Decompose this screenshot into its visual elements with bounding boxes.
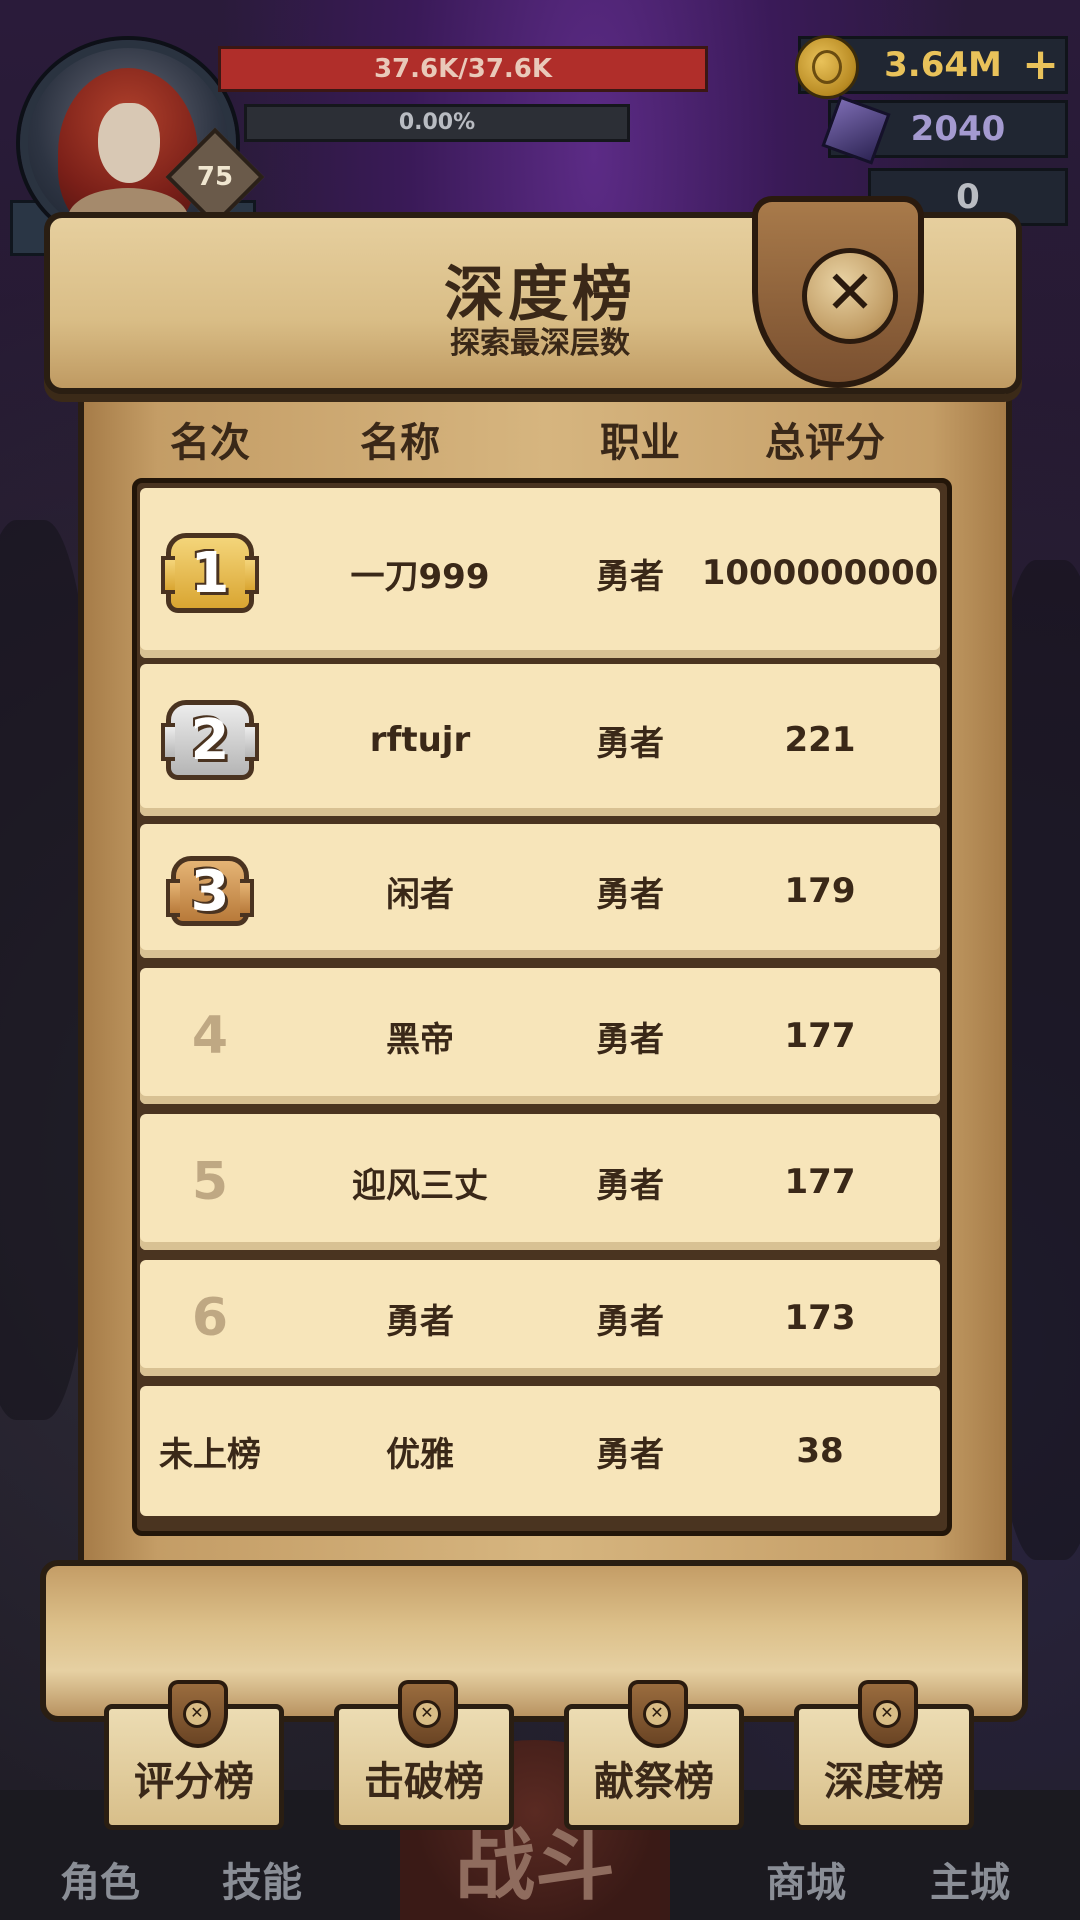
rank-number: 5 bbox=[191, 1152, 229, 1212]
bronze-medal-icon: 3 bbox=[165, 848, 255, 934]
nav-skill-button[interactable]: 技能 bbox=[222, 1850, 302, 1908]
hp-bar: 37.6K/37.6K bbox=[218, 46, 708, 92]
player-score: 1000000000 bbox=[701, 553, 939, 593]
tab-label: 评分榜 bbox=[134, 1759, 254, 1805]
player-score: 177 bbox=[784, 1016, 856, 1056]
gem-value: 2040 bbox=[910, 109, 1006, 149]
gold-coin-icon bbox=[795, 35, 859, 99]
gem-counter: 2040 bbox=[821, 95, 1068, 165]
silver-medal-icon: 2 bbox=[160, 692, 260, 788]
tab-sacrifice-rank[interactable]: 献祭榜 ✕ bbox=[564, 1680, 744, 1830]
add-gold-button[interactable]: + bbox=[1022, 41, 1059, 89]
gold-counter: 3.64M + bbox=[795, 35, 1068, 99]
pin-icon: ✕ bbox=[168, 1680, 228, 1748]
column-header-rank: 名次 bbox=[170, 420, 250, 466]
tab-depth-rank[interactable]: 深度榜 ✕ bbox=[794, 1680, 974, 1830]
pin-icon: ✕ bbox=[858, 1680, 918, 1748]
own-score: 38 bbox=[796, 1431, 844, 1471]
leaderboard-row[interactable]: 2 rftujr 勇者 221 bbox=[140, 664, 940, 816]
player-name: 迎风三丈 bbox=[352, 1165, 488, 1206]
own-rank: 未上榜 bbox=[159, 1434, 261, 1475]
player-score: 179 bbox=[784, 871, 856, 911]
rank-number: 4 bbox=[191, 1006, 229, 1066]
player-score: 221 bbox=[784, 720, 856, 760]
tab-label: 深度榜 bbox=[824, 1759, 944, 1805]
rank-number: 6 bbox=[191, 1288, 229, 1348]
crystal-gem-icon bbox=[821, 95, 891, 165]
player-class: 勇者 bbox=[596, 1019, 664, 1060]
player-score: 173 bbox=[784, 1298, 856, 1338]
nav-city-button[interactable]: 主城 bbox=[930, 1850, 1010, 1908]
player-name: 一刀999 bbox=[350, 556, 490, 597]
leaderboard-row[interactable]: 4 黑帝 勇者 177 bbox=[140, 968, 940, 1104]
xp-bar: 0.00% bbox=[244, 104, 630, 142]
nav-role-button[interactable]: 角色 bbox=[60, 1850, 140, 1908]
player-name: rftujr bbox=[369, 720, 471, 760]
gold-medal-icon: 1 bbox=[160, 525, 260, 621]
player-class: 勇者 bbox=[596, 723, 664, 764]
leaderboard-row[interactable]: 5 迎风三丈 勇者 177 bbox=[140, 1114, 940, 1250]
level-value: 75 bbox=[196, 162, 234, 192]
tab-label: 献祭榜 bbox=[594, 1759, 714, 1805]
player-name: 闲者 bbox=[386, 874, 454, 915]
player-name: 勇者 bbox=[386, 1301, 454, 1342]
own-rank-row[interactable]: 未上榜 优雅 勇者 38 bbox=[140, 1386, 940, 1516]
pin-icon: ✕ bbox=[398, 1680, 458, 1748]
column-header-score: 总评分 bbox=[765, 420, 885, 466]
gold-value: 3.64M bbox=[884, 45, 1002, 85]
leaderboard-row[interactable]: 1 一刀999 勇者 1000000000 bbox=[140, 488, 940, 658]
player-score: 177 bbox=[784, 1162, 856, 1202]
close-button[interactable]: ✕ bbox=[802, 248, 898, 344]
nav-shop-button[interactable]: 商城 bbox=[766, 1850, 846, 1908]
player-class: 勇者 bbox=[596, 556, 664, 597]
leaderboard-row[interactable]: 3 闲者 勇者 179 bbox=[140, 824, 940, 958]
player-name: 黑帝 bbox=[386, 1019, 454, 1060]
column-header-name: 名称 bbox=[360, 420, 440, 466]
player-class: 勇者 bbox=[596, 874, 664, 915]
own-name: 优雅 bbox=[386, 1434, 454, 1475]
tab-label: 击破榜 bbox=[364, 1759, 484, 1805]
player-class: 勇者 bbox=[596, 1165, 664, 1206]
tab-score-rank[interactable]: 评分榜 ✕ bbox=[104, 1680, 284, 1830]
column-header-class: 职业 bbox=[600, 420, 680, 466]
own-class: 勇者 bbox=[596, 1434, 664, 1475]
hp-text: 37.6K/37.6K bbox=[373, 54, 553, 84]
xp-text: 0.00% bbox=[398, 110, 476, 135]
leaderboard-row[interactable]: 6 勇者 勇者 173 bbox=[140, 1260, 940, 1376]
tab-kill-rank[interactable]: 击破榜 ✕ bbox=[334, 1680, 514, 1830]
player-class: 勇者 bbox=[596, 1301, 664, 1342]
pin-icon: ✕ bbox=[628, 1680, 688, 1748]
